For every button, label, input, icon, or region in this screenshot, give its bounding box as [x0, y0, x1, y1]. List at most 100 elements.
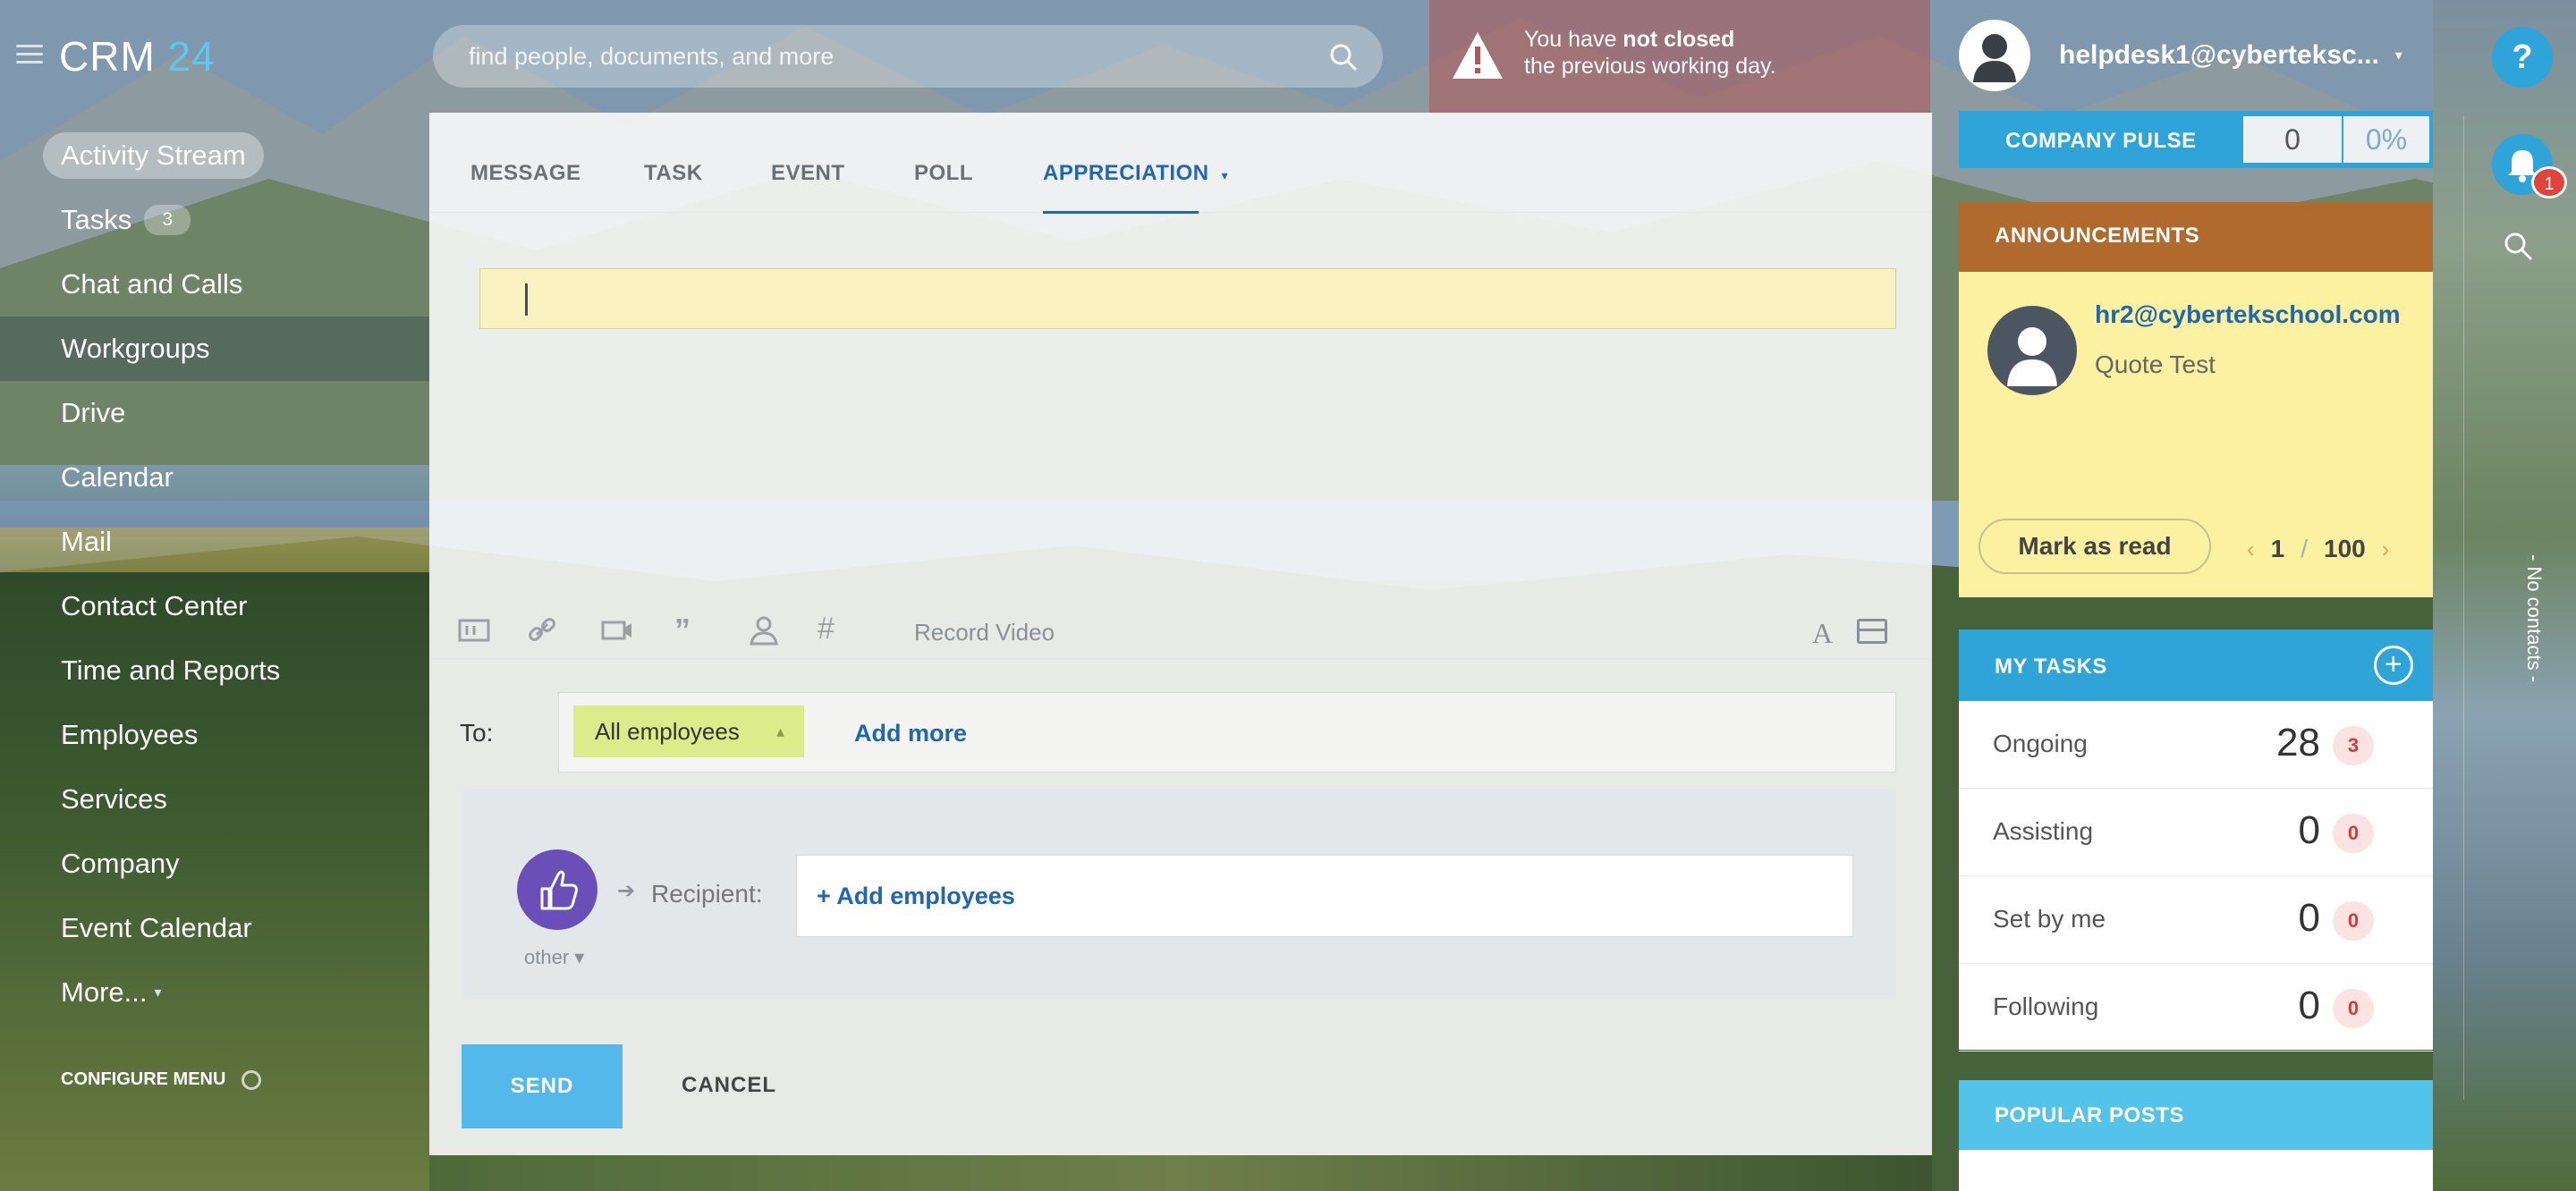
post-composer: MESSAGE TASK EVENT POLL APPRECIATION ▾ ” …: [429, 113, 1932, 1155]
popular-posts-title: POPULAR POSTS: [1959, 1080, 2433, 1150]
announcement-pager: ‹ 1 / 100 ›: [2247, 535, 2389, 563]
nav-item-services[interactable]: Services: [0, 767, 429, 832]
alert-line-2: the previous working day.: [1524, 54, 1776, 79]
appreciation-box: other ▾ ➔ Recipient: + Add employees: [463, 789, 1896, 1000]
task-row-following[interactable]: Following 0 0: [1959, 964, 2433, 1052]
recipients-field[interactable]: All employees ▴ Add more: [558, 692, 1896, 773]
company-pulse-percent: 0%: [2343, 116, 2429, 163]
nav-item-activity-stream[interactable]: Activity Stream: [0, 123, 429, 188]
appreciation-type-label[interactable]: other ▾: [524, 946, 584, 969]
left-sidebar: CRM 24 Activity Stream Tasks 3 Chat and C…: [0, 0, 429, 1191]
tab-poll[interactable]: POLL: [914, 161, 973, 186]
chevron-right-icon[interactable]: ›: [2382, 536, 2390, 563]
record-video-button[interactable]: Record Video: [914, 619, 1055, 646]
task-count-badge: 0: [2333, 814, 2374, 853]
user-menu[interactable]: helpdesk1@cyberteksc... ▾: [1959, 20, 2402, 91]
contact-search-icon[interactable]: [2499, 227, 2538, 266]
active-tab-indicator: [1043, 211, 1199, 214]
chevron-down-icon: ▾: [574, 946, 585, 968]
tab-event[interactable]: EVENT: [771, 161, 845, 186]
search-input[interactable]: [469, 25, 1309, 88]
arrow-right-icon: ➔: [617, 879, 636, 903]
announcement-author[interactable]: hr2@cybertekschool.com: [2095, 300, 2401, 329]
to-label: To:: [460, 719, 494, 747]
nav-item-company[interactable]: Company: [0, 832, 429, 896]
task-count-badge: 3: [2333, 726, 2374, 765]
workday-alert[interactable]: You have not closed the previous working…: [1429, 0, 1930, 113]
toggle-panel-icon[interactable]: [1857, 619, 1887, 644]
video-icon[interactable]: [599, 612, 635, 647]
notification-count-badge: 1: [2531, 166, 2567, 198]
right-strip-divider: [2463, 116, 2464, 1100]
appreciation-type-button[interactable]: [517, 849, 597, 930]
configure-menu-button[interactable]: CONFIGURE MENU: [61, 1069, 262, 1090]
avatar[interactable]: [1987, 306, 2077, 395]
nav-item-contact-center[interactable]: Contact Center: [0, 574, 429, 638]
text-cursor: [525, 283, 528, 316]
recipient-field[interactable]: + Add employees: [796, 855, 1853, 937]
my-tasks-header: MY TASKS +: [1959, 629, 2433, 701]
nav-item-drive[interactable]: Drive: [0, 381, 429, 445]
hashtag-icon[interactable]: #: [818, 612, 853, 647]
task-count-badge: 0: [2333, 901, 2374, 941]
link-icon[interactable]: [524, 612, 560, 647]
nav-item-more[interactable]: More... ▾: [0, 960, 429, 1025]
nav-item-time-and-reports[interactable]: Time and Reports: [0, 638, 429, 703]
send-button[interactable]: SEND: [462, 1044, 623, 1128]
search-icon[interactable]: [1329, 43, 1358, 72]
nav-item-tasks[interactable]: Tasks 3: [0, 188, 429, 252]
thumbs-up-icon: [540, 870, 578, 910]
nav-item-employees[interactable]: Employees: [0, 703, 429, 767]
popular-posts-widget: POPULAR POSTS: [1959, 1080, 2433, 1191]
nav-item-workgroups[interactable]: Workgroups: [0, 317, 429, 381]
add-employees-link[interactable]: + Add employees: [817, 883, 1015, 910]
task-row-assisting[interactable]: Assisting 0 0: [1959, 789, 2433, 876]
no-contacts-label: - No contacts -: [2523, 554, 2546, 683]
task-row-ongoing[interactable]: Ongoing 28 3: [1959, 701, 2433, 789]
mention-icon[interactable]: [746, 612, 782, 647]
remove-chip-icon[interactable]: ▴: [776, 705, 784, 757]
tab-task[interactable]: TASK: [644, 161, 703, 186]
company-pulse-widget[interactable]: COMPANY PULSE 0 0%: [1959, 111, 2433, 168]
message-input[interactable]: [479, 268, 1896, 329]
cancel-button[interactable]: CANCEL: [682, 1073, 776, 1098]
text-format-icon[interactable]: A: [1812, 617, 1833, 650]
nav-item-chat-and-calls[interactable]: Chat and Calls: [0, 252, 429, 317]
my-tasks-widget: MY TASKS + Ongoing 28 3 Assisting 0 0 Se…: [1959, 629, 2433, 1052]
company-pulse-value: 0: [2243, 116, 2342, 163]
quote-icon[interactable]: ”: [674, 612, 710, 648]
add-more-link[interactable]: Add more: [854, 720, 967, 748]
announcements-widget: ANNOUNCEMENTS hr2@cybertekschool.com Quo…: [1959, 202, 2433, 597]
main-navigation: Activity Stream Tasks 3 Chat and Calls Wo…: [0, 123, 429, 1025]
tab-message[interactable]: MESSAGE: [470, 161, 581, 186]
help-button[interactable]: ?: [2492, 27, 2553, 88]
tab-appreciation[interactable]: APPRECIATION ▾: [1043, 161, 1228, 186]
add-task-button[interactable]: +: [2374, 646, 2413, 685]
task-row-set-by-me[interactable]: Set by me 0 0: [1959, 876, 2433, 964]
file-upload-icon[interactable]: [456, 612, 492, 647]
user-name: helpdesk1@cyberteksc...: [2059, 40, 2379, 70]
composer-divider: [429, 658, 1932, 659]
mark-as-read-button[interactable]: Mark as read: [1979, 519, 2211, 574]
nav-item-event-calendar[interactable]: Event Calendar: [0, 896, 429, 960]
composer-toolbar: ” # Record Video A: [456, 604, 1905, 658]
pager-total: 100: [2324, 535, 2366, 562]
chevron-down-icon: ▾: [2394, 48, 2402, 63]
tasks-count-badge: 3: [144, 205, 191, 235]
recipient-chip-all-employees[interactable]: All employees ▴: [573, 705, 804, 757]
menu-icon[interactable]: [16, 45, 43, 64]
composer-tabs: MESSAGE TASK EVENT POLL APPRECIATION ▾: [429, 113, 1932, 214]
app-logo[interactable]: CRM 24: [59, 32, 216, 80]
announcements-title: ANNOUNCEMENTS: [1959, 202, 2433, 272]
recipient-label: Recipient:: [651, 880, 763, 908]
announcement-text: Quote Test: [2095, 351, 2216, 378]
nav-item-mail[interactable]: Mail: [0, 510, 429, 574]
global-search: [433, 25, 1383, 88]
pager-separator: /: [2301, 535, 2309, 562]
warning-icon: [1453, 32, 1503, 79]
chevron-left-icon[interactable]: ‹: [2247, 536, 2255, 563]
chevron-down-icon: ▾: [154, 985, 162, 1001]
nav-item-calendar[interactable]: Calendar: [0, 445, 429, 510]
task-count-badge: 0: [2333, 989, 2374, 1028]
chevron-down-icon: ▾: [1221, 168, 1229, 182]
